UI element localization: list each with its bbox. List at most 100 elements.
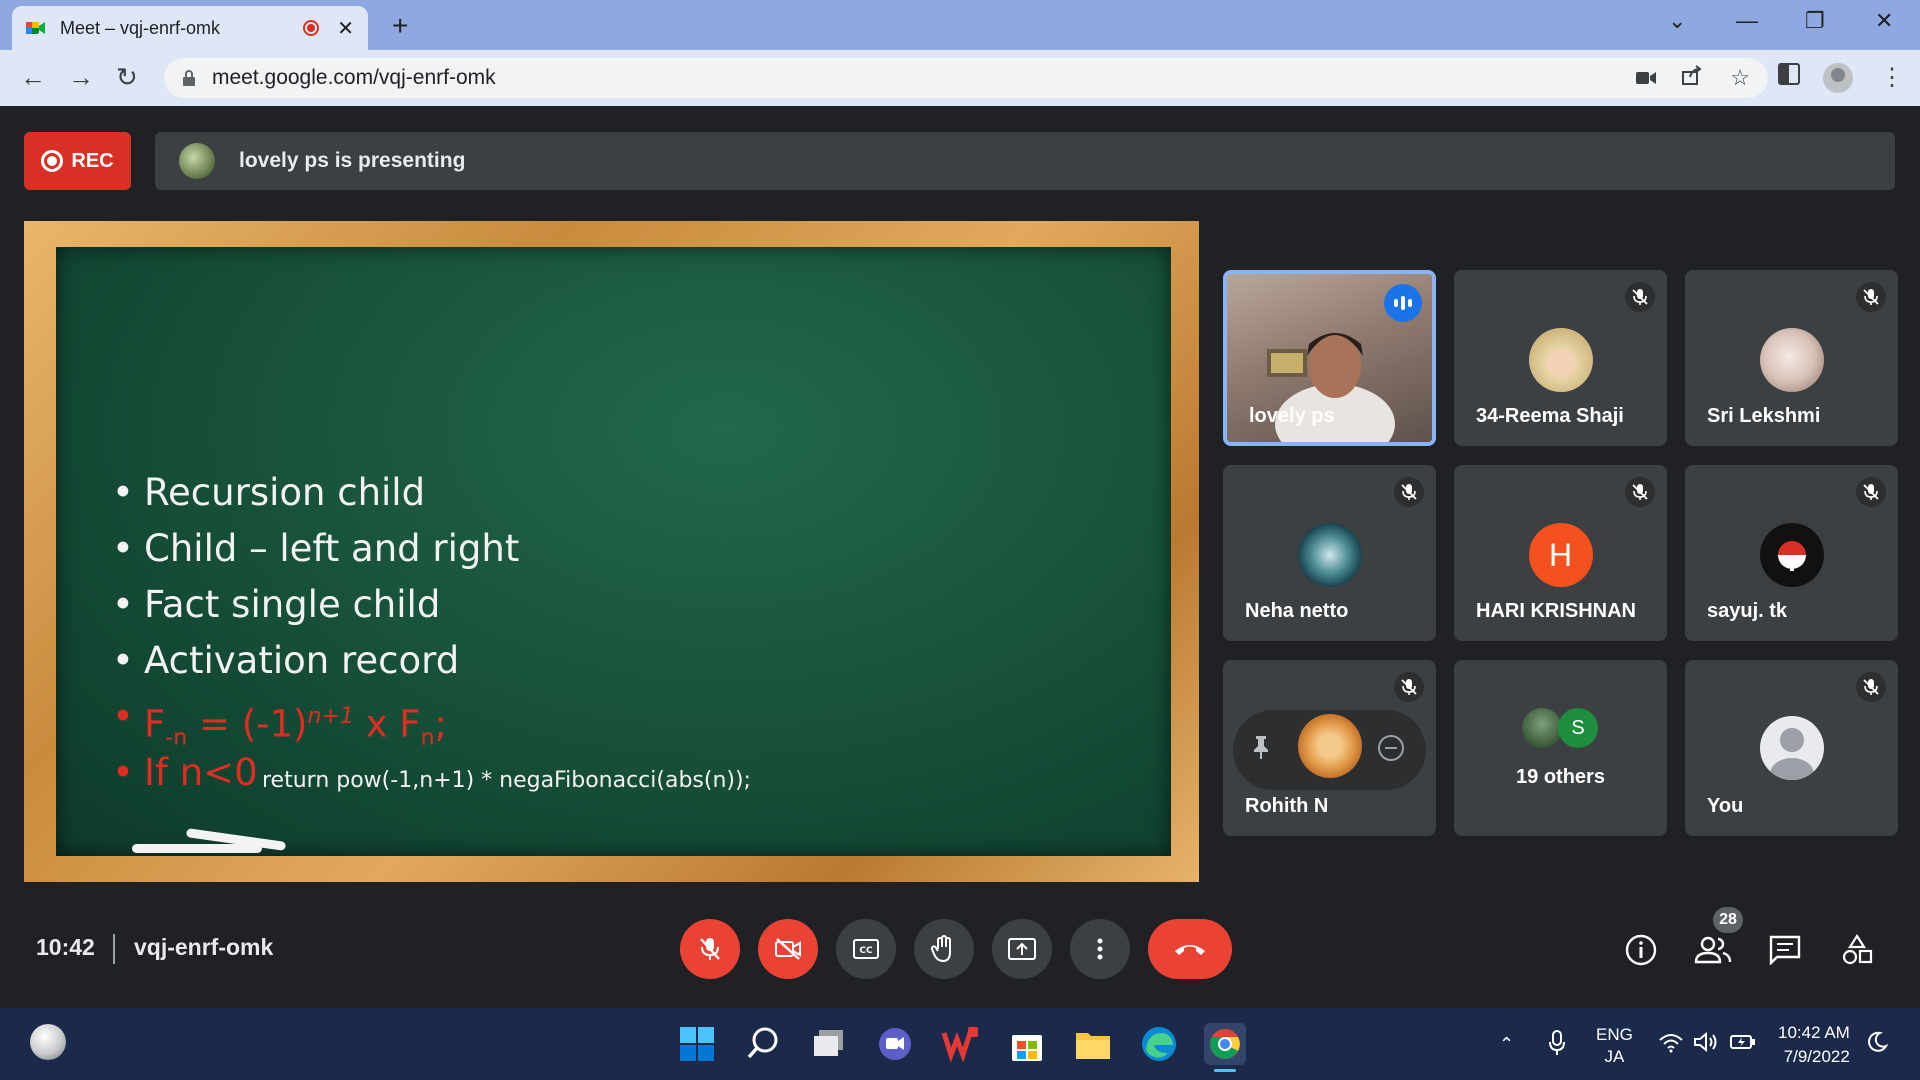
present-icon <box>1008 938 1036 960</box>
microphone-toggle-button[interactable] <box>680 919 740 979</box>
browser-tab-meet[interactable]: Meet – vqj-enrf-omk ✕ <box>12 6 368 50</box>
microsoft-store-icon[interactable] <box>1006 1023 1048 1065</box>
close-tab-icon[interactable]: ✕ <box>337 16 354 41</box>
meeting-code: vqj-enrf-omk <box>134 934 274 960</box>
info-icon <box>1625 934 1657 966</box>
participant-avatar <box>1528 328 1593 392</box>
show-hidden-icons-icon[interactable]: ⌃ <box>1499 1034 1514 1055</box>
bookmark-star-icon[interactable]: ☆ <box>1730 65 1750 91</box>
more-vert-icon <box>1097 938 1103 960</box>
slide-formula: F-n = (-1)n+1 x Fn; <box>112 689 519 751</box>
recording-indicator-icon <box>303 20 320 36</box>
file-explorer-icon[interactable] <box>1072 1023 1114 1065</box>
wps-office-icon[interactable] <box>940 1023 982 1065</box>
present-screen-button[interactable] <box>992 919 1052 979</box>
system-clock[interactable]: 10:42 AM 7/9/2022 <box>1778 1021 1850 1069</box>
meeting-details-button[interactable] <box>1621 930 1661 970</box>
participant-name: You <box>1707 795 1744 817</box>
teams-chat-icon[interactable] <box>874 1023 916 1065</box>
chrome-menu-icon[interactable]: ⋮ <box>1880 63 1904 92</box>
self-tile[interactable]: You <box>1685 660 1898 836</box>
profile-avatar[interactable] <box>1823 63 1853 93</box>
browser-tab-strip: Meet – vqj-enrf-omk ✕ + ⌄ — ❐ ✕ <box>0 0 1920 50</box>
ime-code: JA <box>1604 1047 1625 1066</box>
chalkboard: Recursion child Child – left and right F… <box>56 247 1171 856</box>
back-arrow-icon[interactable]: ← <box>20 62 46 93</box>
participant-tile[interactable]: sayuj. tk <box>1685 465 1898 641</box>
rec-label: REC <box>71 149 114 172</box>
participant-count-badge: 28 <box>1713 907 1743 933</box>
tab-search-icon[interactable]: ⌄ <box>1668 8 1686 34</box>
clock-time: 10:42 AM <box>1778 1023 1850 1042</box>
participant-name: 34-Reema Shaji <box>1476 405 1624 427</box>
restore-button[interactable]: ❐ <box>1805 8 1825 34</box>
clock-date: 7/9/2022 <box>1783 1047 1850 1066</box>
camera-off-icon <box>775 938 801 960</box>
weather-widget-icon[interactable] <box>30 1024 66 1060</box>
notifications-moon-icon[interactable] <box>1866 1031 1889 1058</box>
presenting-text: lovely ps is presenting <box>239 149 466 172</box>
participant-avatar <box>1759 523 1824 587</box>
recording-badge[interactable]: REC <box>24 132 131 190</box>
participant-avatar <box>1297 523 1362 587</box>
remove-participant-icon[interactable] <box>1377 734 1405 767</box>
presenting-banner: lovely ps is presenting <box>155 132 1895 190</box>
participant-avatar-initial: S <box>1558 708 1598 748</box>
meeting-clock: 10:42 <box>36 934 95 960</box>
captions-button[interactable]: CC <box>836 919 896 979</box>
edge-browser-icon[interactable] <box>1138 1023 1180 1065</box>
chrome-browser-icon[interactable] <box>1204 1023 1246 1065</box>
activities-button[interactable] <box>1837 930 1877 970</box>
others-tile[interactable]: S 19 others <box>1454 660 1667 836</box>
divider <box>113 934 115 964</box>
more-options-button[interactable] <box>1070 919 1130 979</box>
default-avatar-icon <box>1759 716 1824 780</box>
hang-up-icon <box>1175 945 1205 955</box>
windows-start-icon[interactable] <box>676 1023 718 1065</box>
participant-tile[interactable]: Sri Lekshmi <box>1685 270 1898 446</box>
participant-avatar <box>1297 714 1362 778</box>
people-button[interactable] <box>1693 930 1733 970</box>
mic-off-icon <box>1625 477 1655 507</box>
language-code: ENG <box>1596 1025 1633 1044</box>
share-icon[interactable] <box>1682 65 1704 91</box>
wifi-icon[interactable] <box>1658 1033 1684 1058</box>
task-view-icon[interactable] <box>808 1023 850 1065</box>
leave-call-button[interactable] <box>1148 919 1232 979</box>
search-icon[interactable] <box>742 1023 784 1065</box>
minimize-button[interactable]: — <box>1736 8 1758 34</box>
participant-tile[interactable]: Neha netto <box>1223 465 1436 641</box>
participant-avatar <box>1522 708 1562 748</box>
slide-bullet: Fact single child <box>112 577 519 633</box>
pin-icon[interactable] <box>1251 734 1271 765</box>
participant-name: lovely ps <box>1249 405 1335 427</box>
activities-icon <box>1842 934 1873 965</box>
battery-icon[interactable] <box>1730 1033 1756 1056</box>
close-window-button[interactable]: ✕ <box>1875 8 1893 34</box>
mic-off-icon <box>1856 672 1886 702</box>
reload-icon[interactable]: ↻ <box>116 62 138 93</box>
participant-tile[interactable]: 34-Reema Shaji <box>1454 270 1667 446</box>
new-tab-button[interactable]: + <box>392 10 408 42</box>
chalk-stick <box>132 844 262 853</box>
lock-icon <box>182 70 196 86</box>
microphone-tray-icon[interactable] <box>1548 1030 1566 1061</box>
address-bar[interactable]: meet.google.com/vqj-enrf-omk ☆ <box>164 58 1768 98</box>
input-language-indicator[interactable]: ENG JA <box>1596 1024 1633 1068</box>
participant-name: Neha netto <box>1245 600 1349 622</box>
camera-in-use-icon[interactable] <box>1636 65 1657 91</box>
chat-button[interactable] <box>1765 930 1805 970</box>
side-panel-icon[interactable] <box>1778 63 1800 92</box>
raise-hand-button[interactable] <box>914 919 974 979</box>
participant-tile[interactable]: lovely ps <box>1223 270 1436 446</box>
slide-bullet: Activation record <box>112 633 519 689</box>
people-icon <box>1694 936 1732 964</box>
camera-toggle-button[interactable] <box>758 919 818 979</box>
google-meet-icon <box>26 20 46 36</box>
participant-tile[interactable]: H HARI KRISHNAN <box>1454 465 1667 641</box>
browser-toolbar: ← → ↻ meet.google.com/vqj-enrf-omk ☆ ⋮ <box>0 50 1920 106</box>
participant-tile[interactable]: Rohith N <box>1223 660 1436 836</box>
forward-arrow-icon[interactable]: → <box>68 62 94 93</box>
volume-icon[interactable] <box>1693 1031 1719 1058</box>
slide-bullet: Child – left and right <box>112 521 519 577</box>
